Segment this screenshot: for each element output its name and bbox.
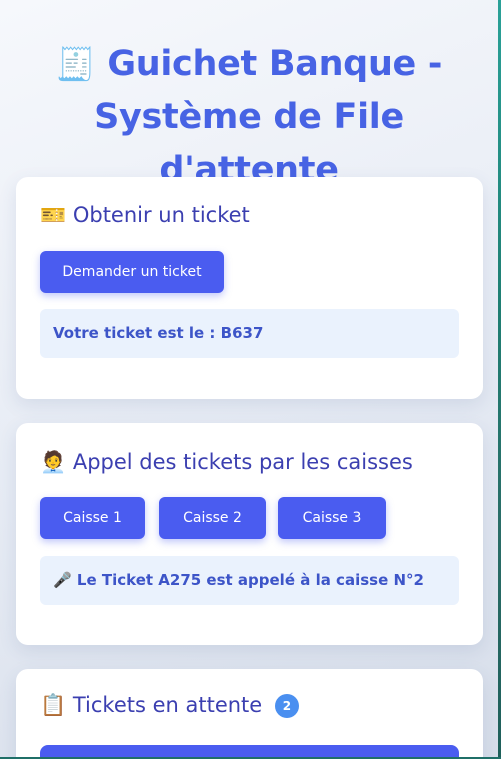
ticket-icon: 🎫 xyxy=(40,203,67,227)
microphone-icon: 🎤 xyxy=(53,571,72,589)
ticket-card: 🎫 Obtenir un ticket Demander un ticket V… xyxy=(16,177,483,399)
calls-card-heading-text: Appel des tickets par les caisses xyxy=(72,450,413,474)
waiting-card-heading-text: Tickets en attente xyxy=(72,693,263,717)
waiting-card: 📋 Tickets en attente 2 xyxy=(16,669,483,757)
waiting-card-heading: 📋 Tickets en attente 2 xyxy=(40,693,299,718)
calls-card: 🧑‍💼 Appel des tickets par les caisses Ca… xyxy=(16,423,483,645)
receipt-icon: 🧾 xyxy=(55,45,96,83)
call-announcement-text: Le Ticket A275 est appelé à la caisse N°… xyxy=(76,571,424,589)
request-ticket-button[interactable]: Demander un ticket xyxy=(40,251,224,293)
page-background: 🧾 Guichet Banque - Système de File d'att… xyxy=(0,0,498,757)
ticket-card-heading-text: Obtenir un ticket xyxy=(72,203,250,227)
cashier-3-button[interactable]: Caisse 3 xyxy=(278,497,386,539)
ticket-result-box: Votre ticket est le : B637 xyxy=(40,309,459,358)
clipboard-icon: 📋 xyxy=(40,693,67,717)
waiting-count-badge: 2 xyxy=(274,694,299,718)
teller-person-icon: 🧑‍💼 xyxy=(40,450,67,474)
cashier-1-button[interactable]: Caisse 1 xyxy=(40,497,145,539)
calls-card-heading: 🧑‍💼 Appel des tickets par les caisses xyxy=(40,450,413,475)
cashier-2-button[interactable]: Caisse 2 xyxy=(159,497,266,539)
page-title: 🧾 Guichet Banque - Système de File d'att… xyxy=(0,38,498,197)
ticket-card-heading: 🎫 Obtenir un ticket xyxy=(40,203,250,228)
call-announcement-box: 🎤 Le Ticket A275 est appelé à la caisse … xyxy=(40,556,459,605)
ticket-result-text: Votre ticket est le : B637 xyxy=(53,324,264,342)
page-title-line1: Guichet Banque - xyxy=(107,44,443,84)
waiting-list-header xyxy=(40,745,459,757)
